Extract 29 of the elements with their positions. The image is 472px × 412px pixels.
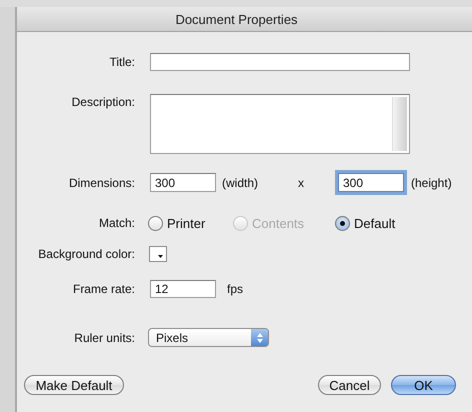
field-label: Description: bbox=[70, 95, 136, 109]
radio-button[interactable] bbox=[148, 216, 163, 230]
unit-label: fps bbox=[226, 282, 244, 296]
field-label: Frame rate: bbox=[72, 282, 136, 296]
field-label: Background color: bbox=[37, 247, 136, 261]
field-label: Dimensions: bbox=[68, 176, 136, 190]
field-label: Ruler units: bbox=[73, 330, 136, 344]
ruler-units-select[interactable]: Pixels bbox=[148, 328, 269, 347]
field-label: Match: bbox=[98, 216, 136, 230]
times-sign: x bbox=[297, 176, 305, 190]
dialog-button[interactable]: Make Default bbox=[24, 375, 124, 395]
description-field[interactable] bbox=[150, 94, 410, 154]
height-field[interactable]: 300 bbox=[338, 173, 404, 192]
window-title: Document Properties bbox=[17, 7, 472, 32]
color-swatch[interactable] bbox=[149, 246, 167, 262]
caret-icon bbox=[158, 255, 163, 258]
radio-button[interactable] bbox=[335, 216, 350, 230]
unit-label: (width) bbox=[221, 176, 260, 190]
field-label: Title: bbox=[108, 55, 136, 69]
dialog-button[interactable]: OK bbox=[391, 375, 456, 395]
radio-option[interactable]: Default bbox=[335, 216, 415, 230]
up-down-arrows-icon bbox=[256, 332, 262, 342]
dialog-button[interactable]: Cancel bbox=[318, 375, 381, 395]
frame-rate-field[interactable]: 12 bbox=[150, 280, 216, 298]
radio-option[interactable]: Printer bbox=[148, 216, 235, 230]
width-field[interactable]: 300 bbox=[150, 173, 216, 192]
unit-label: (height) bbox=[410, 176, 452, 190]
title-field[interactable] bbox=[150, 53, 410, 71]
scrollbar[interactable] bbox=[392, 97, 407, 151]
